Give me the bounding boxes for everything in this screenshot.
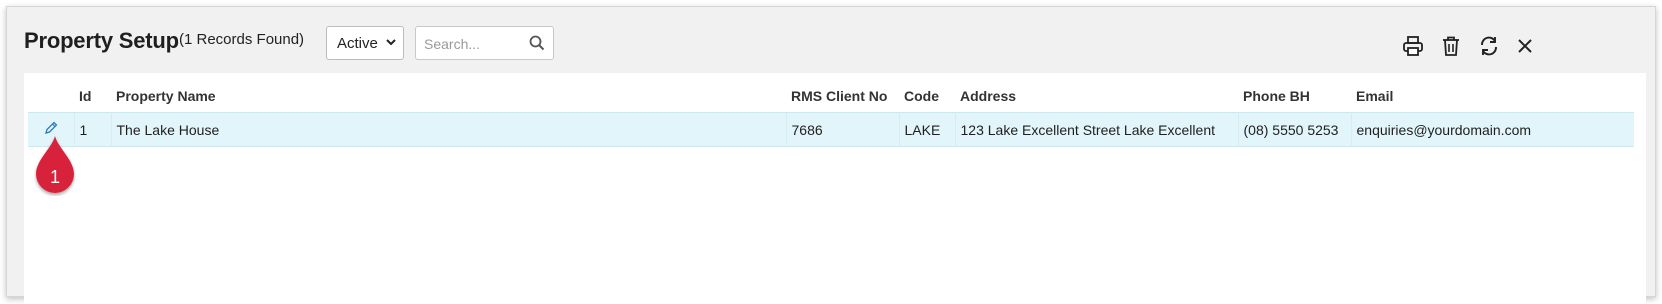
refresh-icon[interactable]	[1478, 35, 1500, 57]
header-address[interactable]: Address	[955, 79, 1238, 113]
header-rms-client-no[interactable]: RMS Client No	[786, 79, 899, 113]
header-property-name[interactable]: Property Name	[111, 79, 786, 113]
page-title: Property Setup	[24, 28, 179, 53]
search-input[interactable]	[422, 33, 526, 55]
cell-email: enquiries@yourdomain.com	[1350, 112, 1634, 147]
cell-rms-client-no: 7686	[785, 112, 899, 147]
step-callout-number: 1	[49, 167, 60, 187]
record-count: (1 Records Found)	[179, 31, 305, 48]
cell-code: LAKE	[898, 112, 955, 147]
cell-phone-bh: (08) 5550 5253	[1237, 112, 1351, 147]
cell-property-name: The Lake House	[110, 112, 786, 147]
header-edit	[28, 79, 74, 113]
printer-icon[interactable]	[1402, 35, 1424, 57]
search-icon[interactable]	[529, 35, 545, 51]
property-table: Id Property Name RMS Client No Code Addr…	[28, 79, 1634, 147]
trash-icon[interactable]	[1440, 35, 1462, 57]
table-header-row: Id Property Name RMS Client No Code Addr…	[28, 79, 1634, 113]
header-id[interactable]: Id	[74, 79, 111, 113]
status-filter-select[interactable]: Active	[326, 26, 404, 60]
close-icon[interactable]	[1514, 35, 1536, 57]
table-row[interactable]: 1 The Lake House 7686 LAKE 123 Lake Exce…	[28, 112, 1634, 147]
status-filter-value: Active	[337, 35, 378, 52]
property-setup-window: Property Setup (1 Records Found) Active	[6, 6, 1656, 304]
chevron-down-icon	[386, 39, 396, 46]
header-phone-bh[interactable]: Phone BH	[1238, 79, 1351, 113]
property-list-panel: Id Property Name RMS Client No Code Addr…	[24, 73, 1646, 304]
search-box[interactable]	[415, 26, 554, 60]
cell-address: 123 Lake Excellent Street Lake Excellent	[954, 112, 1238, 147]
header-email[interactable]: Email	[1351, 79, 1634, 113]
header-code[interactable]: Code	[899, 79, 955, 113]
cell-id: 1	[73, 112, 111, 147]
